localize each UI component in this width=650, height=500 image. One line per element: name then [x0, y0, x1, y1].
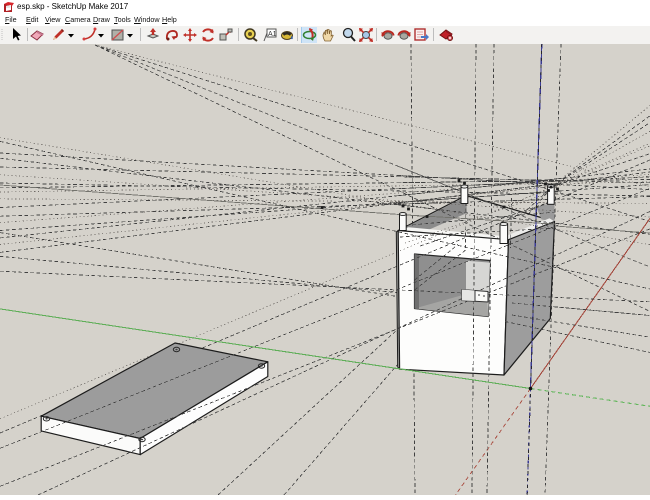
svg-text:A1: A1 — [268, 31, 277, 38]
